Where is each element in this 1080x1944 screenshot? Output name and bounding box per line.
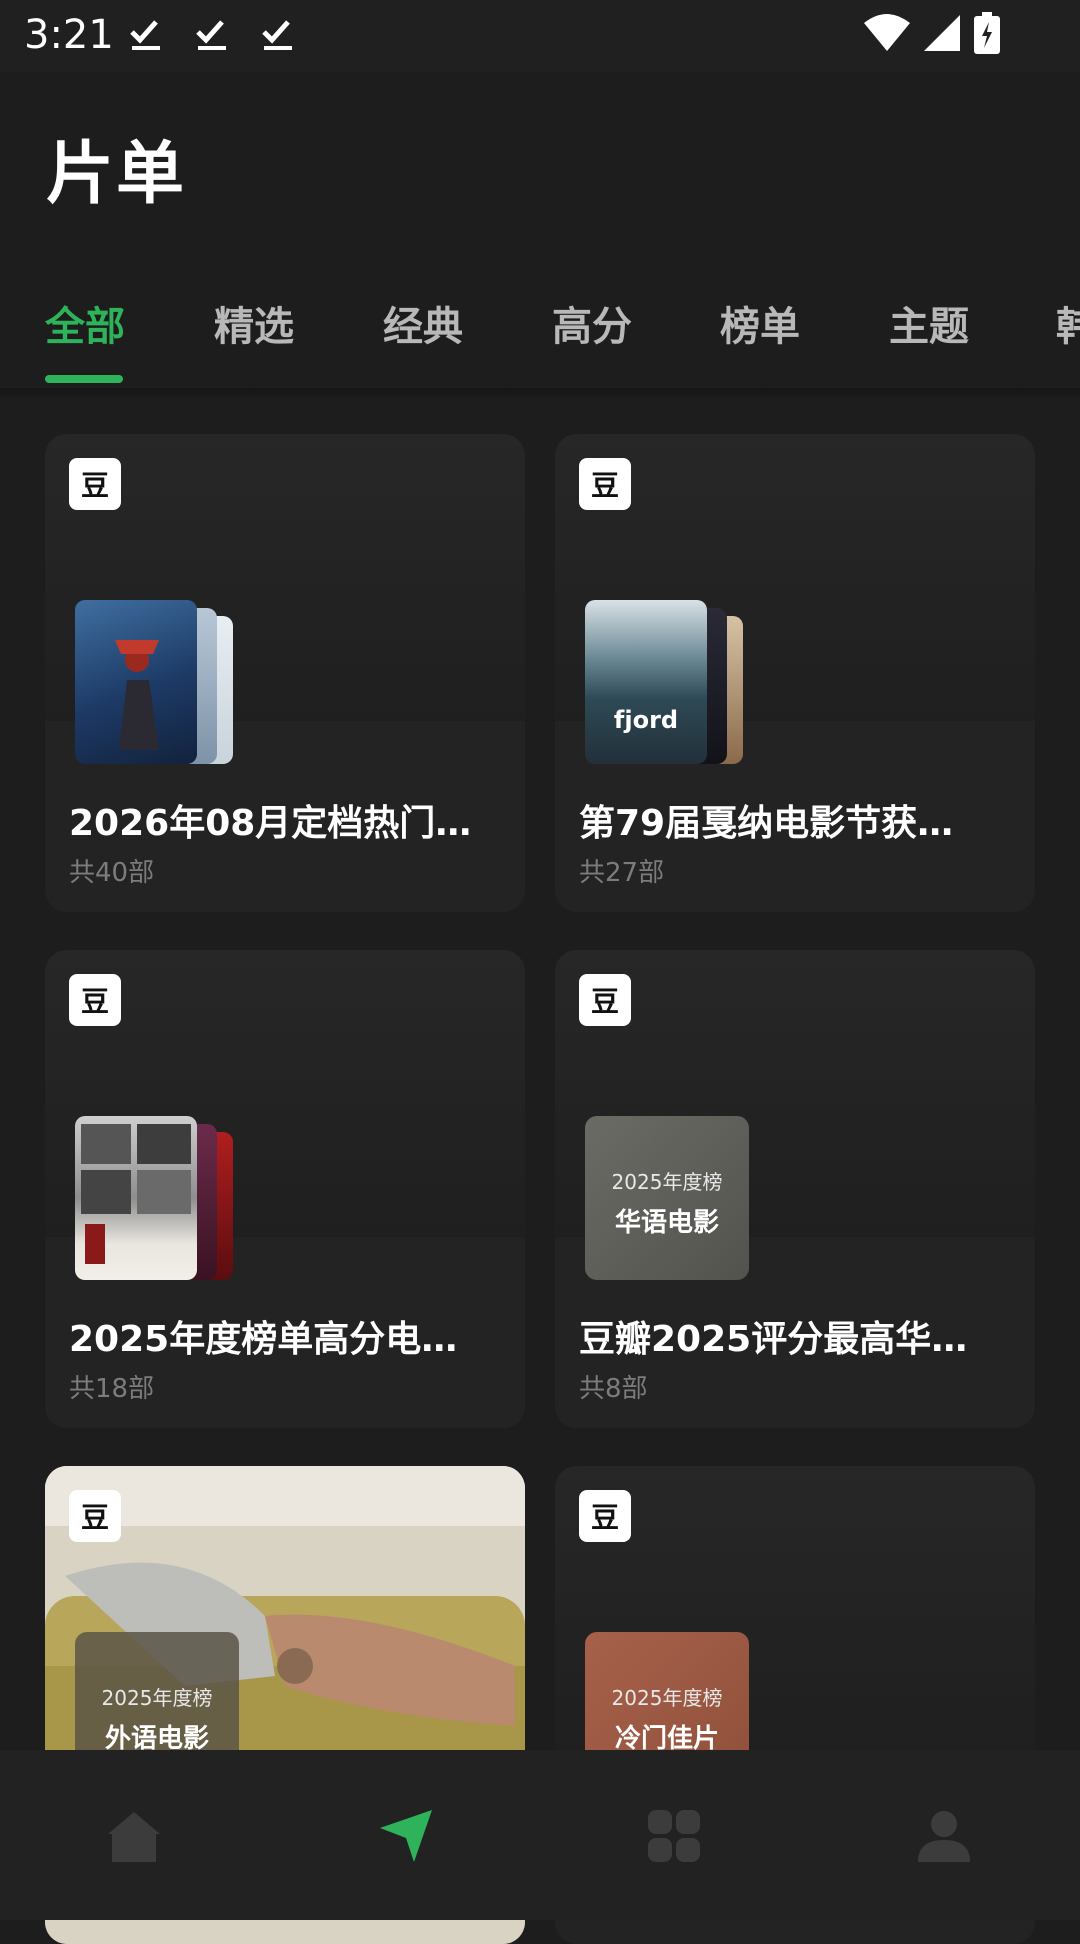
poster-figure-icon xyxy=(115,640,159,750)
poster-stack xyxy=(75,600,245,770)
battery-charging-icon xyxy=(974,12,1000,54)
download-done-icon xyxy=(130,20,160,50)
discover-send-icon[interactable] xyxy=(376,1806,436,1866)
poster-image: fjord xyxy=(585,600,707,764)
list-title: 豆瓣2025评分最高华… xyxy=(579,1319,968,1360)
apps-grid-icon[interactable] xyxy=(644,1806,704,1866)
tab-themes[interactable]: 主题 xyxy=(889,294,969,352)
bottom-navigation xyxy=(0,1750,1080,1920)
poster-stack xyxy=(75,1116,245,1286)
douban-badge: 豆 xyxy=(69,974,121,1026)
poster-image xyxy=(75,600,197,764)
tile-subtitle: 2025年度榜 xyxy=(611,1170,723,1194)
douban-badge: 豆 xyxy=(579,1490,631,1542)
tabs-divider xyxy=(0,388,1080,402)
tab-featured[interactable]: 精选 xyxy=(214,294,294,352)
tile-title: 华语电影 xyxy=(614,1208,719,1238)
profile-icon[interactable] xyxy=(914,1806,974,1866)
wifi-icon xyxy=(864,14,910,51)
category-tabs: 全部 精选 经典 高分 榜单 主题 韩 xyxy=(0,280,1080,390)
active-tab-indicator xyxy=(45,375,123,383)
list-card[interactable]: 豆 2025年度榜单高分电… 共18部 xyxy=(45,950,525,1428)
douban-badge: 豆 xyxy=(69,458,121,510)
page-title: 片单 xyxy=(46,135,187,214)
tile-subtitle: 2025年度榜 xyxy=(611,1686,723,1710)
tab-rankings[interactable]: 榜单 xyxy=(720,294,800,352)
year-ranking-tile: 2025年度榜 华语电影 xyxy=(585,1116,749,1280)
list-card[interactable]: 豆 fjord 第79届戛纳电影节获… 共27部 xyxy=(555,434,1035,912)
poster-stack: fjord xyxy=(585,600,755,770)
cellular-signal-icon xyxy=(924,15,960,51)
poster-collage-icon xyxy=(81,1124,191,1264)
status-bar: 3:21 xyxy=(0,0,1080,72)
tab-all[interactable]: 全部 xyxy=(45,294,125,352)
download-done-icon xyxy=(196,20,226,50)
list-count: 共8部 xyxy=(579,1374,648,1404)
list-title: 2025年度榜单高分电… xyxy=(69,1319,458,1360)
douban-badge: 豆 xyxy=(69,1490,121,1542)
tab-korean[interactable]: 韩 xyxy=(1056,294,1080,352)
tab-classic[interactable]: 经典 xyxy=(383,294,463,352)
poster-caption: fjord xyxy=(613,706,679,734)
list-title: 2026年08月定档热门… xyxy=(69,803,472,844)
home-icon[interactable] xyxy=(104,1806,164,1866)
list-card[interactable]: 豆 2026年08月定档热门… 共40部 xyxy=(45,434,525,912)
list-count: 共27部 xyxy=(579,858,665,888)
douban-badge: 豆 xyxy=(579,974,631,1026)
list-count: 共40部 xyxy=(69,858,155,888)
tile-subtitle: 2025年度榜 xyxy=(101,1686,213,1710)
douban-badge: 豆 xyxy=(579,458,631,510)
list-title: 第79届戛纳电影节获… xyxy=(579,803,954,844)
list-card[interactable]: 豆 2025年度榜 华语电影 豆瓣2025评分最高华… 共8部 xyxy=(555,950,1035,1428)
list-count: 共18部 xyxy=(69,1374,155,1404)
download-done-icon xyxy=(262,20,292,50)
poster-image xyxy=(75,1116,197,1280)
tab-high-score[interactable]: 高分 xyxy=(552,294,632,352)
status-time: 3:21 xyxy=(24,12,114,58)
